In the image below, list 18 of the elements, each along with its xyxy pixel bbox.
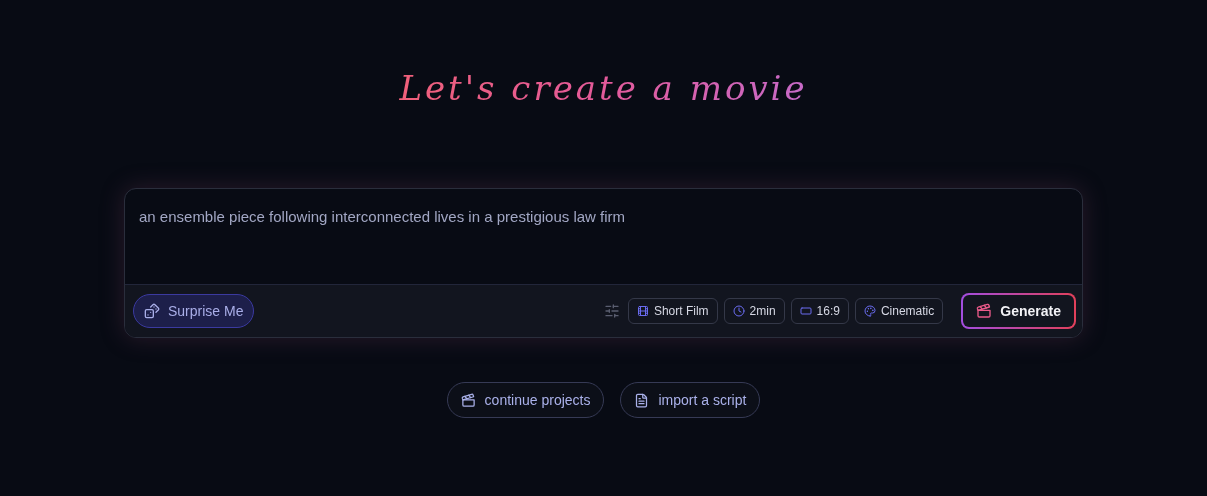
dice-icon [144, 303, 160, 319]
surprise-button[interactable]: Surprise Me [133, 294, 255, 328]
settings-icon[interactable] [603, 303, 620, 319]
prompt-field[interactable]: an ensemble piece following interconnected lives in a prestigious law firm [125, 189, 1082, 284]
palette-icon [863, 305, 876, 317]
clapperboard-icon [460, 392, 476, 408]
film-icon [636, 305, 649, 317]
clapperboard-icon [976, 303, 993, 319]
clock-icon [732, 305, 745, 317]
rectangle-icon [799, 305, 812, 317]
link-button[interactable]: continue projects [446, 382, 605, 418]
generate-button[interactable]: Generate [961, 293, 1076, 329]
option-chip[interactable]: Short Film [627, 298, 718, 324]
option-chip[interactable]: 2min [723, 298, 785, 324]
link-button[interactable]: import a script [620, 382, 761, 418]
document-icon [634, 392, 650, 408]
option-chip[interactable]: Cinematic [854, 298, 944, 324]
option-chip[interactable]: 16:9 [790, 298, 849, 324]
